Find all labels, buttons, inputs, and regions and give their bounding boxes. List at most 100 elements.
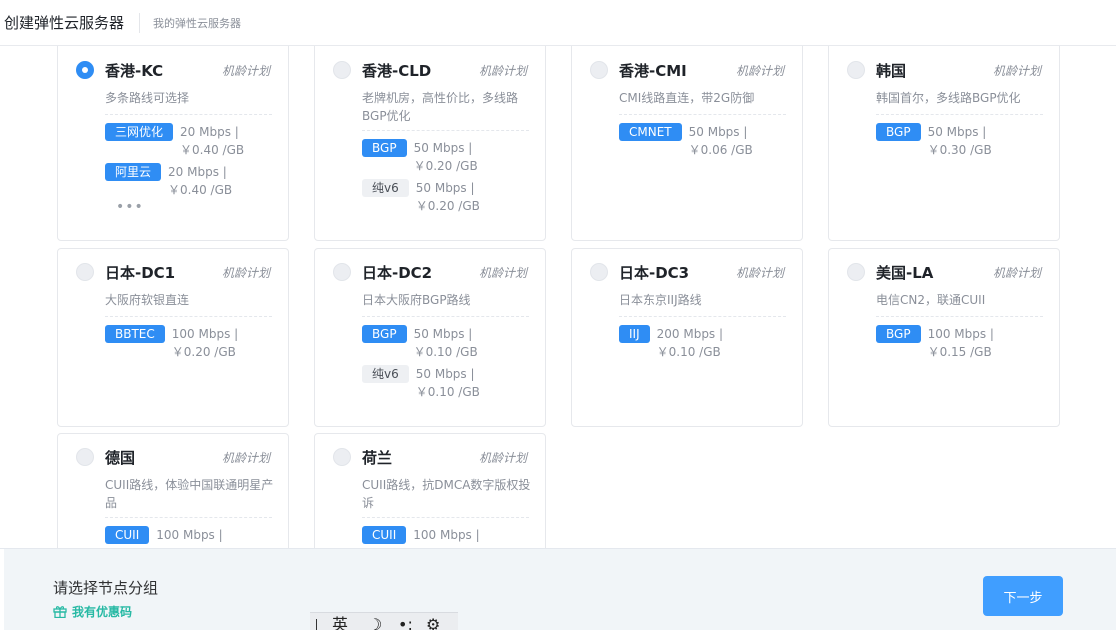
line-price: 50 Mbps | ￥0.10 /GB	[413, 327, 478, 359]
node-radio[interactable]	[590, 263, 608, 281]
line-price: 50 Mbps | ￥0.06 /GB	[688, 125, 753, 157]
card-divider	[362, 517, 529, 518]
node-description: 日本大阪府BGP路线	[362, 293, 471, 307]
node-card[interactable]: 美国-LA 机龄计划 电信CN2，联通CUII BGP 100 Mbps | ￥0.15…	[828, 248, 1060, 427]
node-description: CUII路线，抗DMCA数字版权投诉	[362, 478, 531, 510]
line-tag: IIJ	[619, 325, 650, 343]
line-tag: CUII	[105, 526, 150, 544]
bandwidth-line: 三网优化 20 Mbps | ￥0.40 /GB	[105, 123, 285, 159]
more-lines-icon[interactable]: •••	[116, 199, 144, 215]
node-card[interactable]: 日本-DC1 机龄计划 大阪府软银直连 BBTEC 100 Mbps | ￥0.20 /…	[57, 248, 289, 427]
line-tag: 阿里云	[105, 163, 162, 181]
ime-language-button[interactable]: 英	[332, 616, 348, 630]
node-radio[interactable]	[76, 448, 94, 466]
breadcrumb-my-servers[interactable]: 我的弹性云服务器	[153, 15, 241, 31]
card-divider	[105, 517, 272, 518]
node-card[interactable]: 日本-DC3 机龄计划日本东京IIJ路线 IIJ 200 Mbps | ￥0.10 /…	[571, 248, 803, 427]
ime-toolbar: 英 ☽ •: ⚙	[310, 612, 458, 630]
node-description: CUII路线，体验中国联通明星产品	[105, 478, 274, 510]
ime-toolbar-handle[interactable]	[316, 619, 317, 630]
bandwidth-line: CUII 100 Mbps | ￥0.15 /GB	[362, 526, 542, 548]
plan-label: 机龄计划	[992, 266, 1041, 280]
next-step-button[interactable]: 下一步	[983, 576, 1063, 616]
card-divider	[619, 114, 786, 115]
line-tag: BGP	[876, 325, 921, 343]
node-card[interactable]: 香港-CMI 机龄计划 CMI线路直连，带2G防御 CMNET 50 Mbps | ￥0…	[571, 46, 803, 241]
line-tag: CUII	[362, 526, 407, 544]
bandwidth-line: BGP 100 Mbps | ￥0.15 /GB	[876, 325, 1056, 361]
node-name: 日本-DC3	[619, 264, 690, 282]
plan-label: 机龄计划	[735, 64, 784, 78]
card-divider	[362, 130, 529, 131]
line-price: 100 Mbps | ￥0.20 /GB	[171, 327, 239, 359]
plan-label: 机龄计划	[221, 64, 270, 78]
coupon-link[interactable]: 我有优惠码	[53, 603, 132, 620]
line-price: 50 Mbps | ￥0.30 /GB	[927, 125, 992, 157]
node-card[interactable]: 韩国 机龄计划韩国首尔，多线路BGP优化 BGP 50 Mbps | ￥0.30 /G…	[828, 46, 1060, 241]
footer-left-strip	[0, 549, 4, 630]
node-description: 日本东京IIJ路线	[619, 293, 702, 307]
page-title: 创建弹性云服务器	[4, 14, 125, 32]
node-description: 老牌机房，高性价比，多线路BGP优化	[362, 91, 519, 123]
card-divider	[105, 114, 272, 115]
node-name: 荷兰	[362, 449, 393, 467]
node-name: 日本-DC2	[362, 264, 433, 282]
node-name: 香港-CLD	[362, 62, 432, 80]
node-radio[interactable]	[76, 61, 94, 79]
plan-label: 机龄计划	[992, 64, 1041, 78]
node-card[interactable]: 香港-CLD 机龄计划 老牌机房，高性价比，多线路BGP优化 BGP 50 Mbps |…	[314, 46, 546, 241]
node-name: 韩国	[876, 62, 907, 80]
card-divider	[619, 316, 786, 317]
node-radio[interactable]	[847, 61, 865, 79]
node-radio[interactable]	[847, 263, 865, 281]
line-tag: BGP	[876, 123, 921, 141]
line-tag: CMNET	[619, 123, 682, 141]
punctuation-icon[interactable]: •:	[398, 616, 413, 630]
line-price: 100 Mbps | ￥0.15 /GB	[927, 327, 994, 359]
card-divider	[362, 316, 529, 317]
bandwidth-line: 阿里云 20 Mbps | ￥0.40 /GB	[105, 163, 285, 199]
node-radio[interactable]	[333, 448, 351, 466]
node-name: 香港-CMI	[619, 62, 687, 80]
line-tag: 纯v6	[362, 365, 409, 383]
node-description: 电信CN2，联通CUII	[876, 293, 986, 307]
node-description: 多条路线可选择	[105, 91, 190, 105]
card-divider	[876, 114, 1043, 115]
select-node-hint: 请选择节点分组	[53, 579, 159, 597]
header-divider	[139, 12, 141, 33]
moon-icon[interactable]: ☽	[368, 616, 382, 630]
plan-label: 机龄计划	[221, 266, 270, 280]
line-price: 50 Mbps | ￥0.20 /GB	[413, 141, 478, 173]
node-name: 美国-LA	[876, 264, 934, 282]
plan-label: 机龄计划	[735, 266, 784, 280]
node-radio[interactable]	[76, 263, 94, 281]
node-card[interactable]: 香港-KC 机龄计划多条路线可选择三网优化 20 Mbps | ￥0.40 /GB 阿…	[57, 46, 289, 241]
coupon-label: 我有优惠码	[72, 605, 133, 619]
node-group-list: 香港-KC 机龄计划 多条路线可选择 三网优化 20 Mbps | ￥0.40 /GB 阿…	[0, 46, 1116, 548]
line-tag: BGP	[362, 325, 407, 343]
bandwidth-line: BGP 50 Mbps | ￥0.10 /GB	[362, 325, 542, 361]
line-price: 50 Mbps | ￥0.10 /GB	[415, 367, 480, 399]
line-tag: BBTEC	[105, 325, 165, 343]
plan-label: 机龄计划	[478, 451, 527, 465]
node-card[interactable]: 荷兰 机龄计划 CUII路线，抗DMCA数字版权投诉 CUII 100 Mbps | ￥…	[314, 433, 546, 548]
node-radio[interactable]	[590, 61, 608, 79]
bandwidth-line: BBTEC 100 Mbps | ￥0.20 /GB	[105, 325, 285, 361]
gear-icon[interactable]: ⚙	[426, 616, 440, 630]
bandwidth-line: CUII 100 Mbps | ￥0.15 /GB	[105, 526, 285, 548]
line-tag: 三网优化	[105, 123, 174, 141]
node-description: 韩国首尔，多线路BGP优化	[876, 91, 1021, 105]
node-card[interactable]: 德国 机龄计划 CUII路线，体验中国联通明星产品 CUII 100 Mbps | ￥0…	[57, 433, 289, 548]
plan-label: 机龄计划	[478, 266, 527, 280]
plan-label: 机龄计划	[221, 451, 270, 465]
node-radio[interactable]	[333, 263, 351, 281]
bandwidth-line: BGP 50 Mbps | ￥0.30 /GB	[876, 123, 1056, 159]
plan-label: 机龄计划	[478, 64, 527, 78]
line-price: 200 Mbps | ￥0.10 /GB	[656, 327, 724, 359]
node-description: 大阪府软银直连	[105, 293, 190, 307]
card-divider	[105, 316, 272, 317]
node-description: CMI线路直连，带2G防御	[619, 91, 755, 105]
node-card[interactable]: 日本-DC2 机龄计划 日本大阪府BGP路线 BGP 50 Mbps | ￥0.10 /…	[314, 248, 546, 427]
node-radio[interactable]	[333, 61, 351, 79]
node-name: 香港-KC	[105, 62, 164, 80]
